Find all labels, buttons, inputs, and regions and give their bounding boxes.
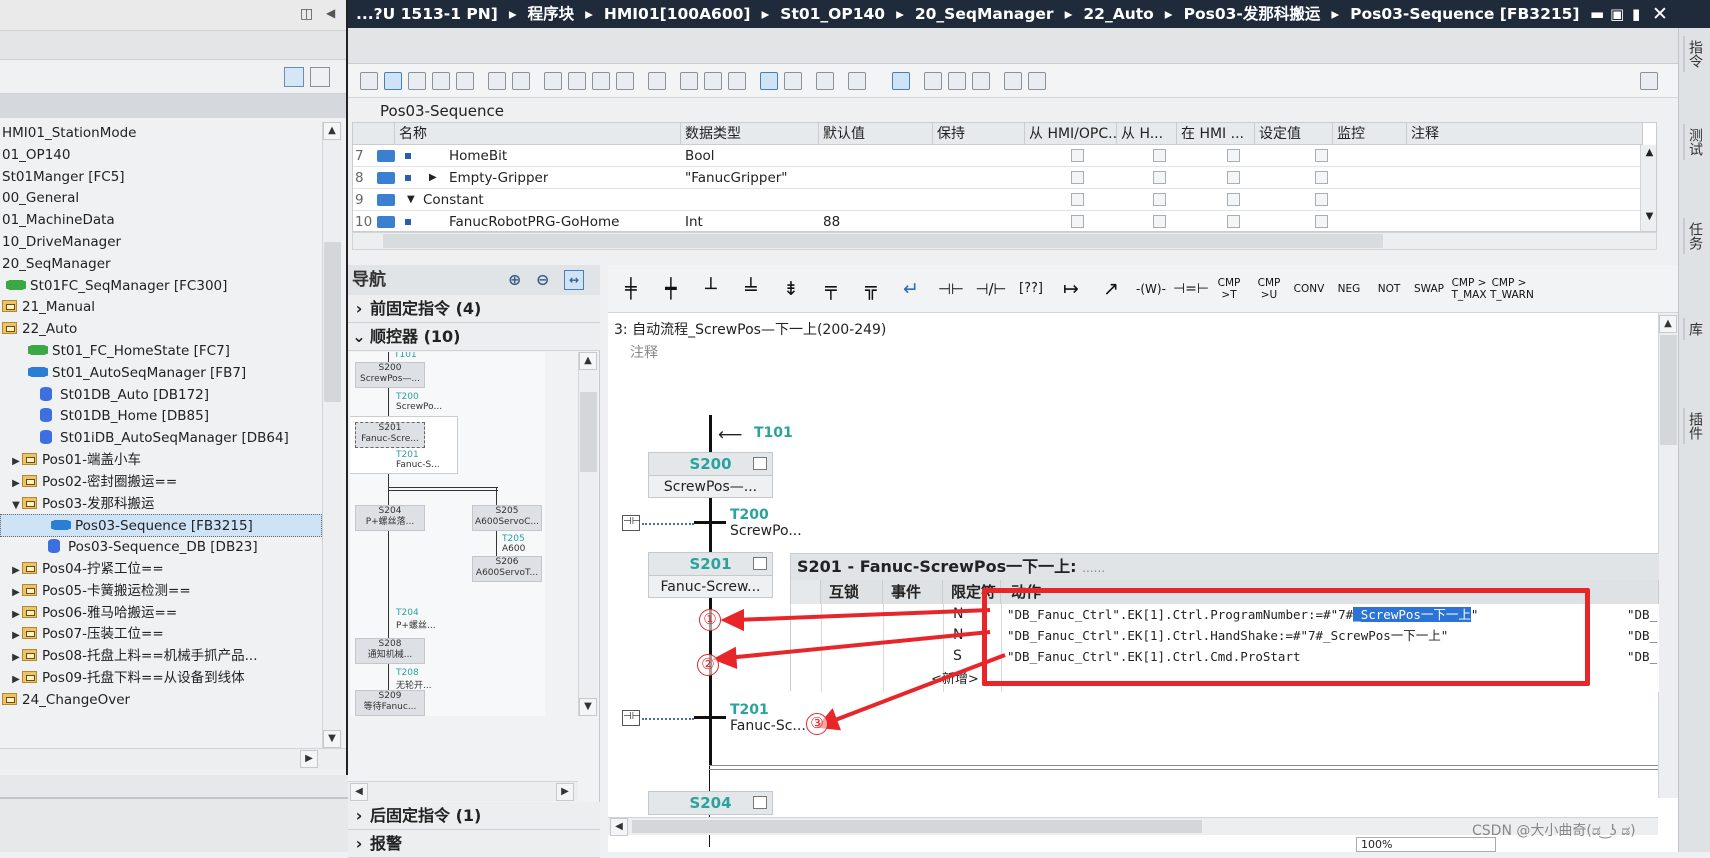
tab-tasks[interactable]: 任务 [1683, 218, 1705, 254]
tab-testing[interactable]: 测试 [1683, 124, 1705, 160]
watermark: CSDN @大小曲奇(ಡ ͜ ʖ ಡ) [1472, 823, 1636, 839]
tab-addins[interactable]: 插件 [1683, 408, 1705, 444]
annotation-arrows [712, 608, 1006, 731]
task-cards-strip: 指令 测试 任务 库 插件 [1678, 28, 1710, 852]
annotation-2: ② [697, 654, 719, 676]
annotation-3: ③ [806, 713, 828, 735]
annotation-1: ① [699, 609, 721, 631]
tab-instructions[interactable]: 指令 [1683, 36, 1705, 72]
tab-libraries[interactable]: 库 [1683, 318, 1705, 340]
